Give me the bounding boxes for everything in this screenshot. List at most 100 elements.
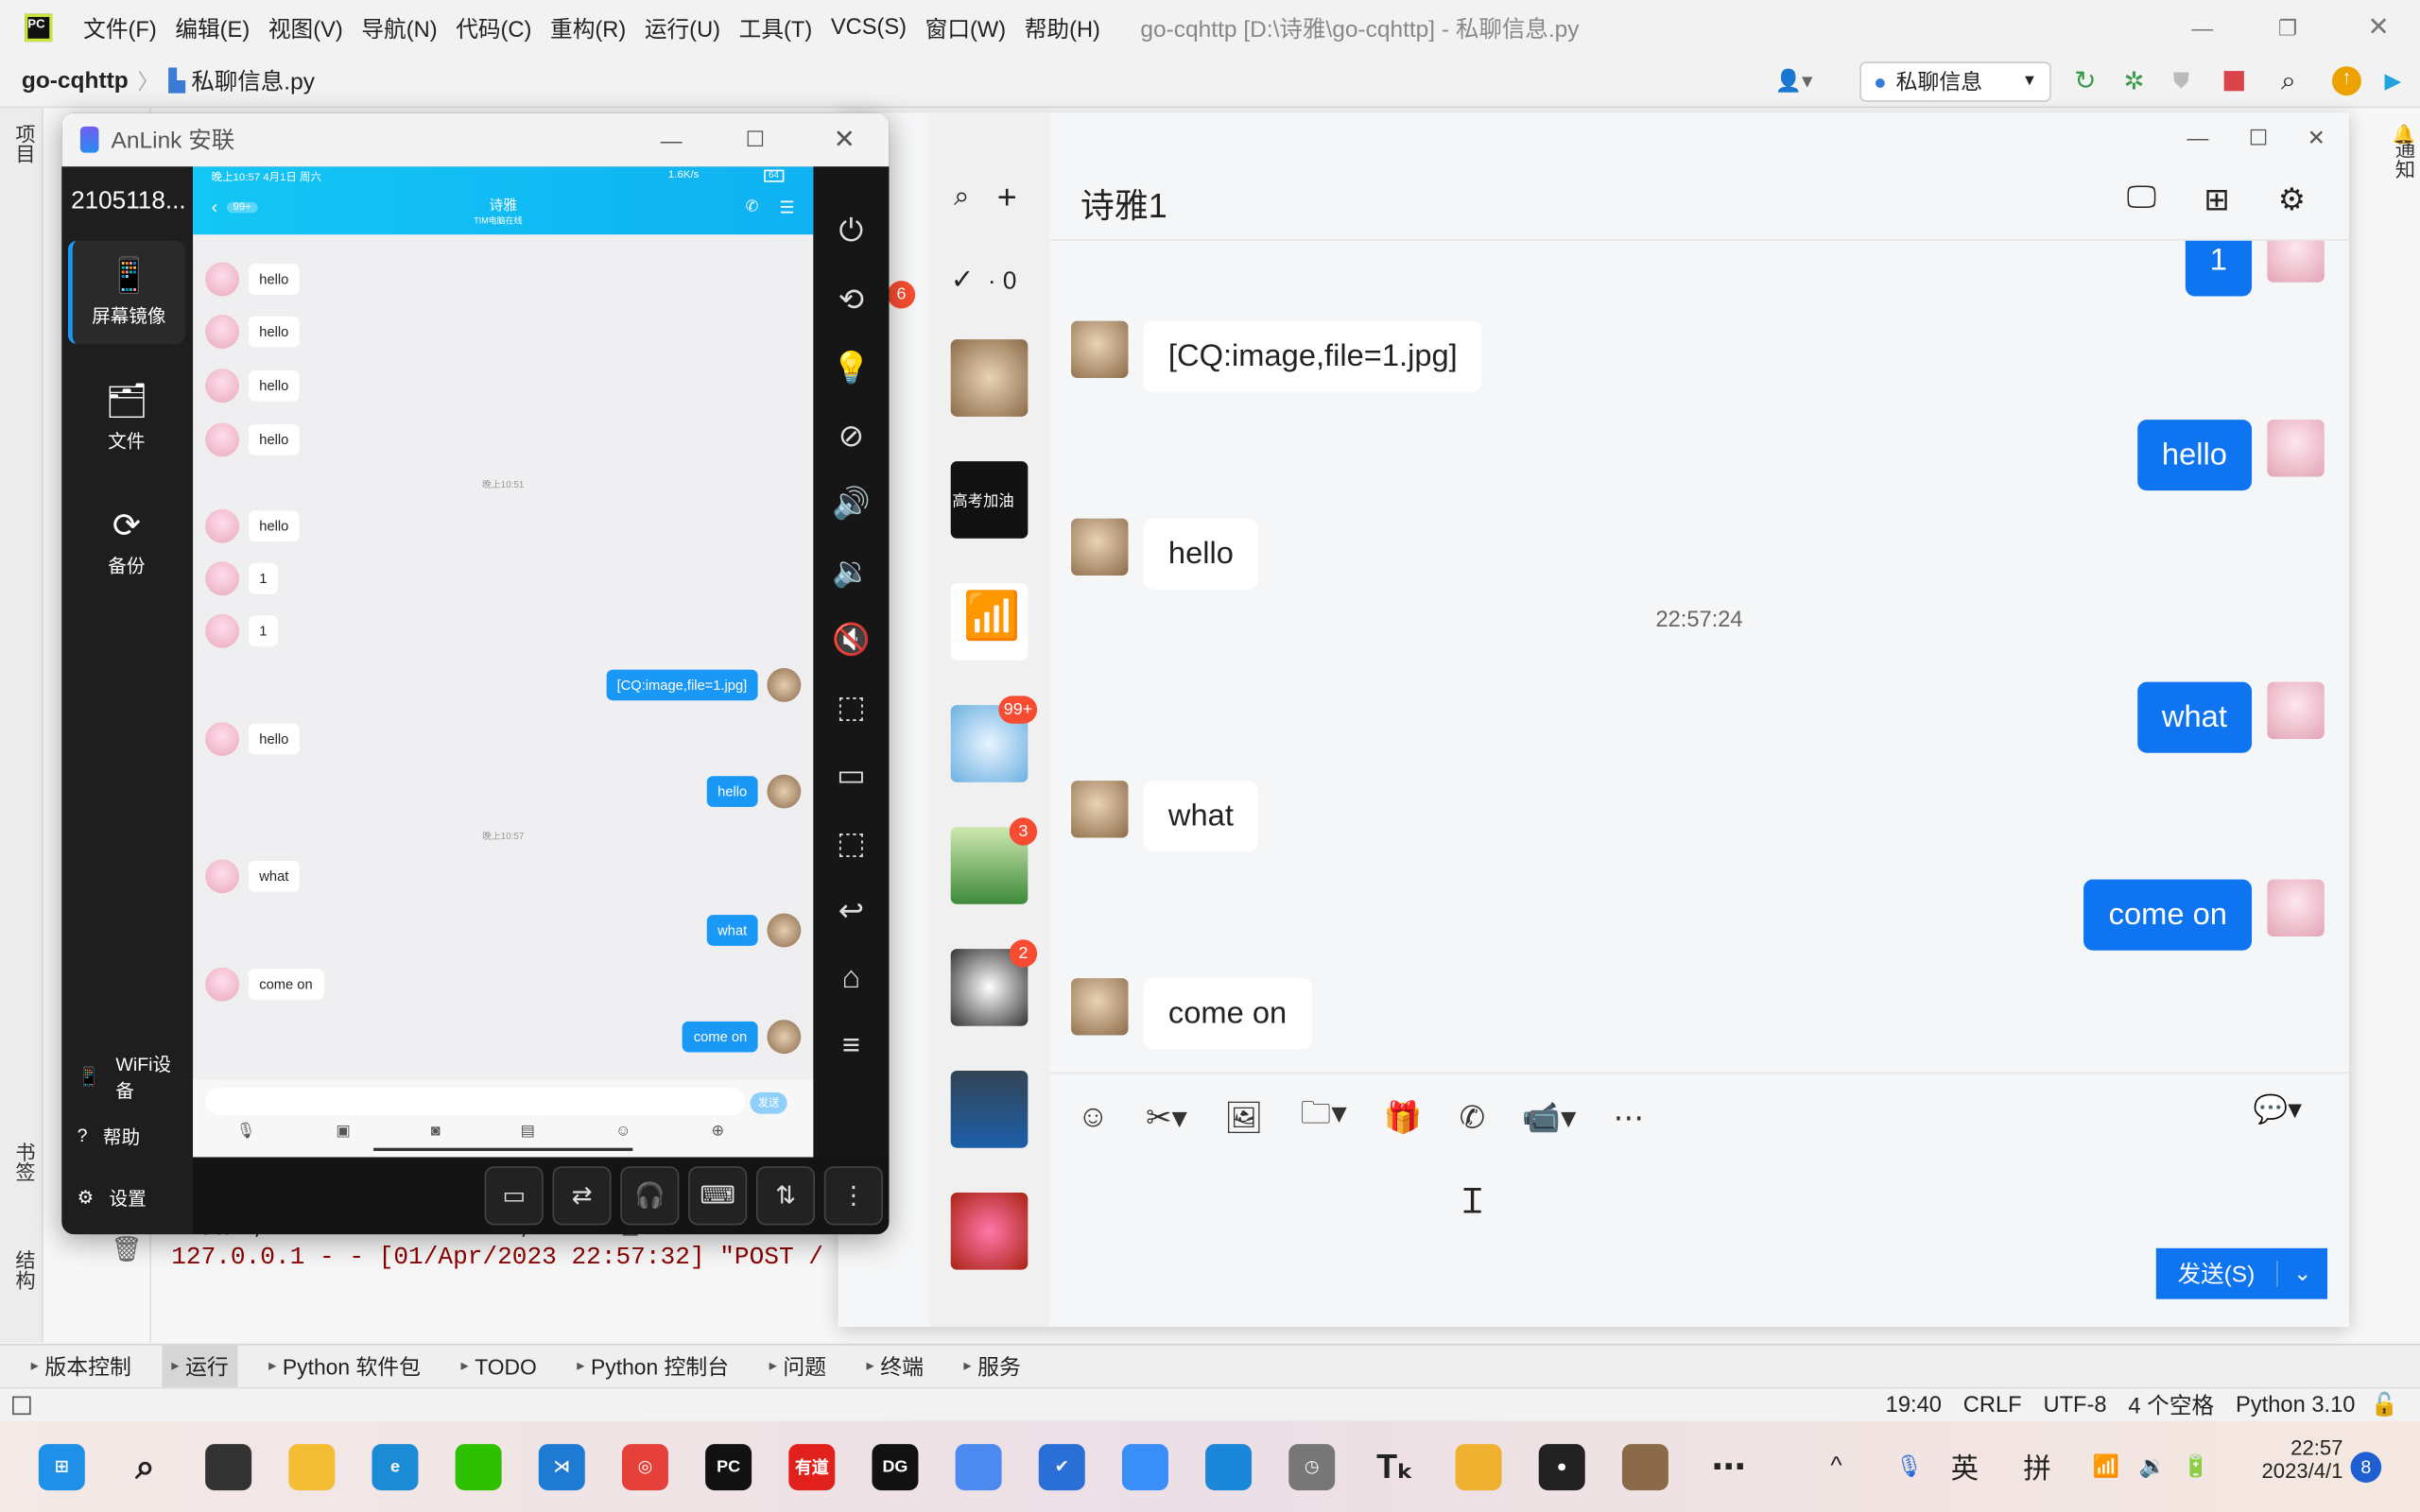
- debug-icon[interactable]: ✲: [2124, 65, 2145, 96]
- upload-download-icon[interactable]: ⇅: [755, 1166, 816, 1226]
- back-icon[interactable]: ↩: [813, 876, 889, 944]
- message-input[interactable]: [1065, 1146, 2331, 1239]
- message-bubble[interactable]: hello: [248, 423, 300, 455]
- rotate-icon[interactable]: ⟲: [813, 266, 889, 334]
- video-call-icon[interactable]: 📹▾: [1522, 1098, 1576, 1137]
- minimize-button[interactable]: —: [2191, 15, 2213, 40]
- pycharm-icon[interactable]: PC: [705, 1443, 752, 1490]
- minimize-button[interactable]: —: [2187, 125, 2208, 149]
- side-tab-project[interactable]: 项目: [9, 124, 39, 163]
- volume-down-icon[interactable]: 🔉: [813, 537, 889, 605]
- screenshot-scissors-icon[interactable]: ✂▾: [1146, 1098, 1187, 1137]
- phone-call-icon[interactable]: ✆: [1460, 1098, 1485, 1137]
- phone-send-button[interactable]: 发送: [750, 1091, 787, 1114]
- gift-icon[interactable]: 🎁: [1384, 1098, 1423, 1137]
- back-unread-badge[interactable]: 99+: [226, 201, 258, 214]
- chrome-icon[interactable]: ◎: [621, 1443, 668, 1490]
- avatar[interactable]: [205, 561, 240, 596]
- anlink-nav-item[interactable]: ⟳ 备份: [68, 490, 185, 593]
- screenshot-icon[interactable]: ⬚: [813, 673, 889, 741]
- message-bubble[interactable]: 1: [248, 615, 278, 647]
- obs-icon[interactable]: ●: [1538, 1443, 1585, 1490]
- volume-up-icon[interactable]: 🔊: [813, 469, 889, 537]
- message-bubble[interactable]: come on: [2083, 879, 2253, 951]
- record-video-icon[interactable]: ▭: [813, 741, 889, 809]
- minimize-button[interactable]: —: [661, 128, 683, 152]
- lock-icon[interactable]: 🔓: [2371, 1392, 2398, 1418]
- settings-gear-icon[interactable]: ⚙: [2278, 180, 2306, 219]
- ime-mode[interactable]: 拼: [2023, 1447, 2050, 1486]
- message-bubble[interactable]: come on: [1143, 978, 1312, 1050]
- add-icon[interactable]: +: [997, 178, 1017, 217]
- menu-item[interactable]: 重构(R): [550, 11, 626, 43]
- clock[interactable]: 22:57 2023/4/1: [2238, 1436, 2343, 1483]
- avatar[interactable]: [1071, 320, 1129, 378]
- send-options-chevron-icon[interactable]: ⌄: [2276, 1260, 2326, 1287]
- tool-tab[interactable]: ▸ Python 软件包: [259, 1345, 429, 1388]
- notification-count-badge[interactable]: 8: [2350, 1451, 2382, 1483]
- home-icon[interactable]: ⌂: [813, 944, 889, 1012]
- contact-item[interactable]: 3: [950, 817, 1038, 904]
- contact-item[interactable]: [950, 1193, 1028, 1270]
- avatar[interactable]: [767, 667, 802, 702]
- menu-item[interactable]: 代码(C): [456, 11, 531, 43]
- message-bubble[interactable]: hello: [1143, 518, 1259, 590]
- side-tab-structure[interactable]: 结构: [9, 1249, 39, 1289]
- phone-call-icon[interactable]: ✆: [746, 199, 759, 216]
- menu-item[interactable]: 文件(F): [83, 11, 157, 43]
- tool-tab[interactable]: ▸ 运行: [162, 1344, 238, 1388]
- avatar[interactable]: [205, 422, 240, 457]
- microphone-icon[interactable]: 🎙: [1895, 1453, 1923, 1480]
- image-icon[interactable]: 🖼: [1224, 1098, 1263, 1137]
- datagrip-icon[interactable]: DG: [872, 1443, 919, 1490]
- close-button[interactable]: ✕: [2308, 125, 2325, 151]
- avatar[interactable]: [205, 262, 240, 297]
- app3-icon[interactable]: [1455, 1443, 1502, 1490]
- trash-icon[interactable]: 🗑: [112, 1234, 143, 1265]
- message-bubble[interactable]: come on: [248, 969, 324, 1000]
- menu-item[interactable]: VCS(S): [831, 15, 907, 40]
- menu-item[interactable]: 帮助(H): [1025, 11, 1100, 43]
- menu-item[interactable]: 工具(T): [739, 11, 813, 43]
- message-bubble[interactable]: come on: [683, 1021, 758, 1053]
- avatar[interactable]: [2267, 879, 2325, 937]
- qq-chat-thumbnail-icon[interactable]: [1621, 1443, 1668, 1490]
- run-config-select[interactable]: ● 私聊信息 ▼: [1859, 60, 2051, 101]
- message-bubble[interactable]: 1: [248, 562, 278, 594]
- breadcrumb-file[interactable]: 私聊信息.py: [191, 65, 315, 97]
- back-icon[interactable]: ‹: [212, 196, 218, 217]
- avatar[interactable]: [767, 1020, 802, 1055]
- chat-history-icon[interactable]: 💬▾: [2254, 1094, 2302, 1126]
- contact-item[interactable]: 高考加油: [950, 461, 1028, 539]
- breadcrumb-project[interactable]: go-cqhttp: [22, 68, 129, 94]
- battery-icon[interactable]: 🔋: [2183, 1453, 2209, 1480]
- rerun-icon[interactable]: ↻: [2074, 65, 2096, 96]
- stop-icon[interactable]: [2223, 71, 2244, 92]
- contact-item[interactable]: 📶: [950, 583, 1028, 661]
- avatar[interactable]: [205, 722, 240, 756]
- message-bubble[interactable]: hello: [248, 316, 300, 348]
- coverage-icon[interactable]: ⛊: [2173, 68, 2189, 94]
- wifi-icon[interactable]: 📶: [2093, 1453, 2119, 1480]
- settings-button[interactable]: ⚙ 设置: [78, 1166, 178, 1228]
- status-item[interactable]: UTF-8: [2043, 1392, 2106, 1417]
- contact-item[interactable]: [950, 1071, 1028, 1148]
- menu-icon[interactable]: ☰: [779, 198, 794, 218]
- file-explorer-icon[interactable]: [288, 1443, 336, 1490]
- clock-icon[interactable]: ◷: [1288, 1443, 1336, 1490]
- area-select-icon[interactable]: ⬚: [813, 809, 889, 877]
- folder-icon[interactable]: 🗀▾: [1301, 1091, 1347, 1143]
- tool-tab[interactable]: ▸ Python 控制台: [568, 1345, 738, 1388]
- avatar[interactable]: [2267, 420, 2325, 477]
- show-hidden-icons[interactable]: ^: [1830, 1452, 1841, 1480]
- layout-icon[interactable]: [12, 1395, 31, 1415]
- image-icon[interactable]: ▣: [336, 1124, 350, 1141]
- screen-off-bulb-icon[interactable]: ⊘: [813, 401, 889, 469]
- help-button[interactable]: ? 帮助: [78, 1105, 178, 1166]
- avatar[interactable]: [767, 774, 802, 809]
- close-button[interactable]: ✕: [2367, 12, 2389, 43]
- youdao-icon[interactable]: 有道: [788, 1443, 836, 1490]
- emoji-icon[interactable]: ☺: [615, 1124, 631, 1141]
- todo-count[interactable]: · 0: [988, 268, 1016, 296]
- restore-button[interactable]: ❐: [2278, 15, 2298, 42]
